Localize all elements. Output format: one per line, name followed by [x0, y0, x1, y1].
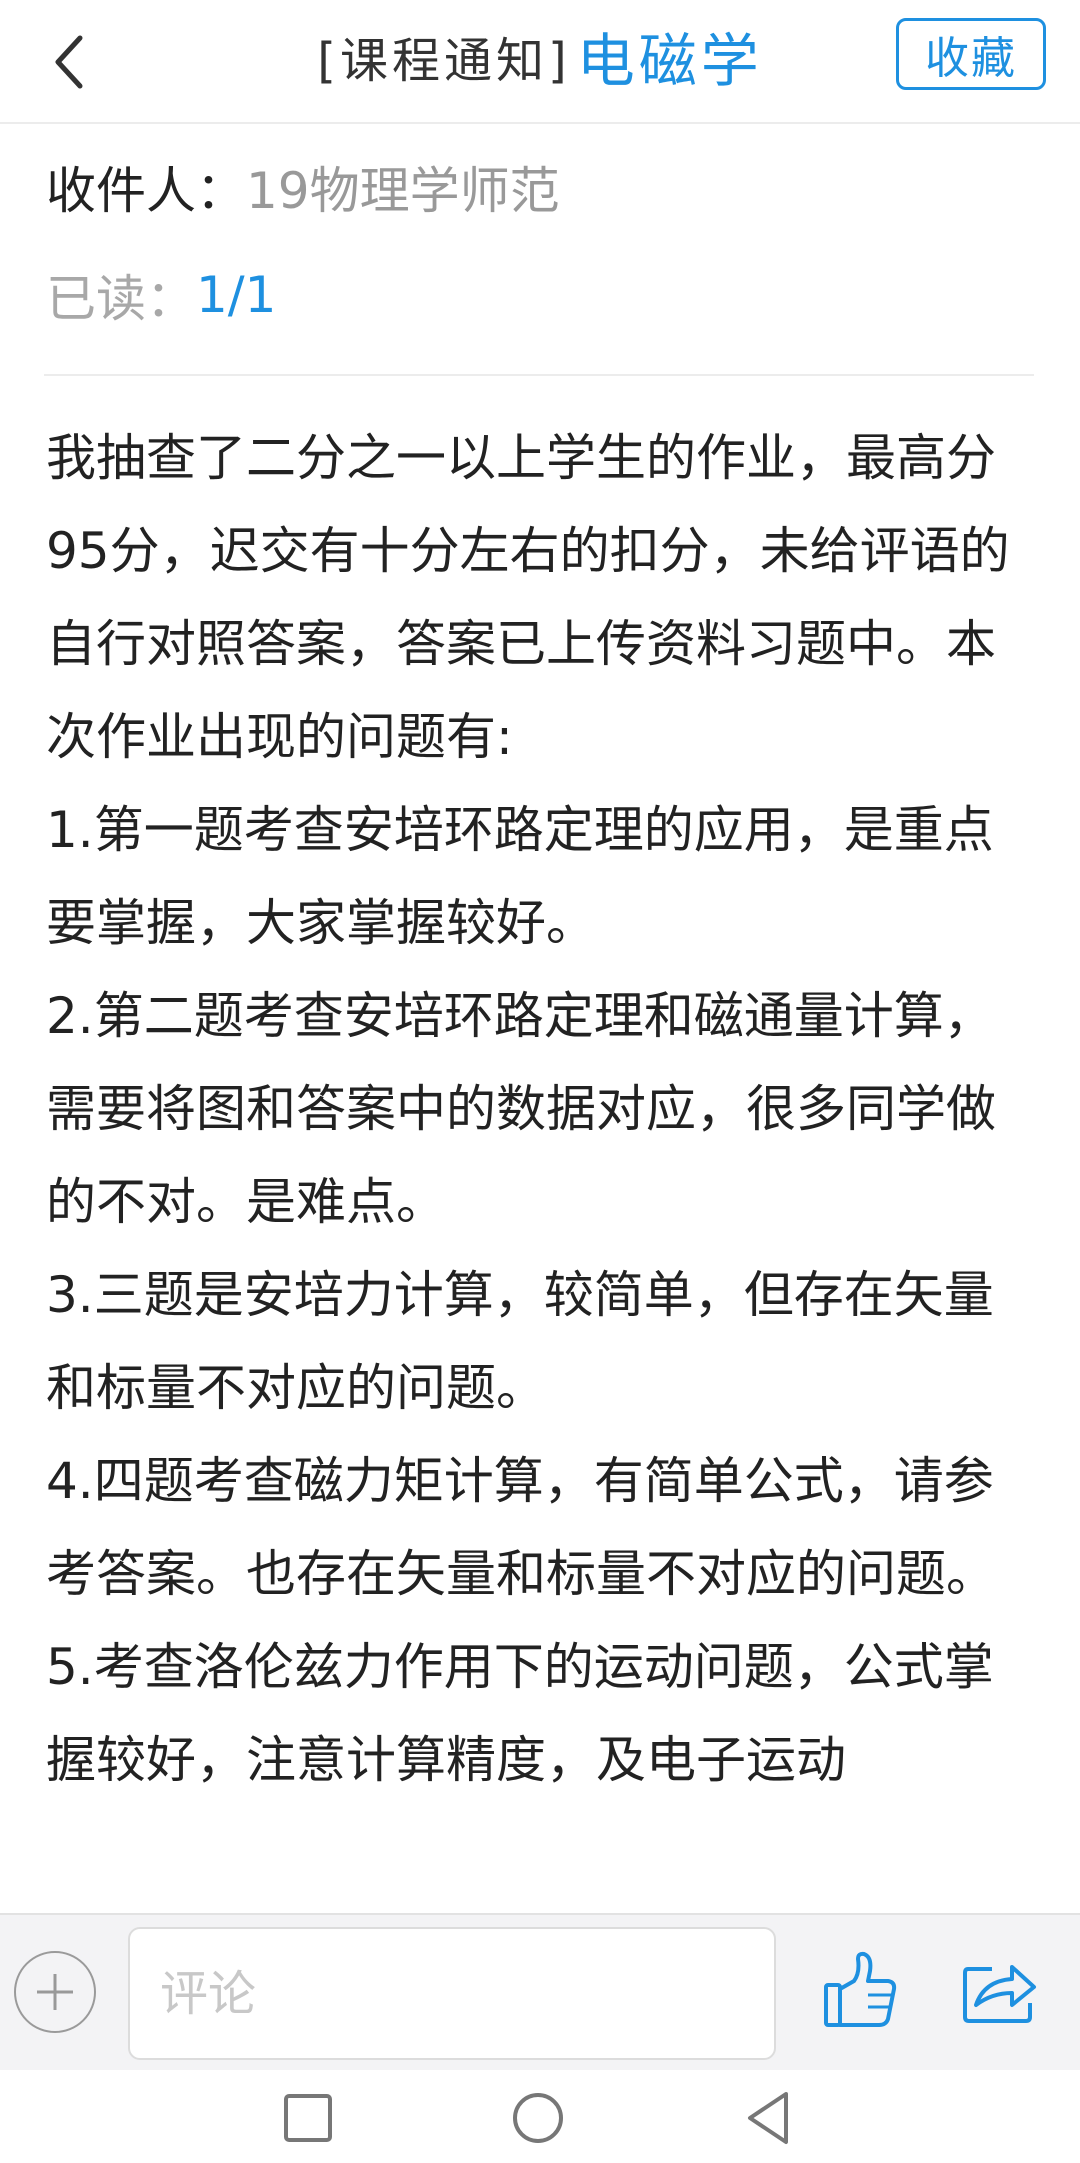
content-paragraph: 1.第一题考查安培环路定理的应用，是重点要掌握，大家掌握较好。 — [46, 801, 994, 952]
home-button[interactable] — [506, 2086, 570, 2150]
read-count[interactable]: 1/1 — [196, 266, 276, 324]
like-button[interactable] — [822, 1951, 898, 2031]
header-bar: [课程通知] 电磁学 收藏 — [0, 0, 1080, 124]
content-paragraph: 3.三题是安培力计算，较简单，但存在矢量和标量不对应的问题。 — [46, 1266, 994, 1417]
system-navigation-bar — [0, 2070, 1080, 2163]
divider — [44, 374, 1034, 376]
title-prefix: [课程通知] — [317, 33, 571, 89]
read-label: 已读： — [46, 270, 196, 328]
recent-apps-button[interactable] — [276, 2086, 340, 2150]
recent-apps-square-icon — [284, 2094, 332, 2142]
home-circle-icon — [513, 2093, 563, 2143]
content-paragraph: 5.考查洛伦兹力作用下的运动问题，公式掌握较好，注意计算精度，及电子运动 — [46, 1638, 994, 1789]
read-status-row[interactable]: 已读： 1/1 — [46, 260, 276, 330]
recipient-value: 19物理学师范 — [246, 162, 560, 220]
back-triangle-icon — [748, 2092, 788, 2144]
comment-bar — [0, 1913, 1080, 2070]
recipient-row: 收件人： 19物理学师范 — [46, 150, 560, 224]
thumbs-up-icon — [824, 1951, 897, 2027]
share-button[interactable] — [962, 1955, 1038, 2025]
content-paragraph: 2.第二题考查安培环路定理和磁通量计算，需要将图和答案中的数据对应，很多同学做的… — [46, 987, 996, 1231]
favorite-button[interactable]: 收藏 — [896, 18, 1046, 90]
notice-content: 我抽查了二分之一以上学生的作业，最高分95分，迟交有十分左右的扣分，未给评语的自… — [46, 412, 1036, 1912]
system-back-button[interactable] — [738, 2086, 802, 2150]
content-paragraph: 4.四题考查磁力矩计算，有简单公式，请参考答案。也存在矢量和标量不对应的问题。 — [46, 1452, 996, 1603]
comment-input[interactable] — [128, 1927, 776, 2060]
course-name: 电磁学 — [576, 27, 763, 95]
content-paragraph: 我抽查了二分之一以上学生的作业，最高分95分，迟交有十分左右的扣分，未给评语的自… — [46, 429, 1010, 766]
recipient-label: 收件人： — [46, 162, 246, 220]
add-button[interactable] — [14, 1951, 96, 2033]
plus-circle-icon — [37, 1974, 73, 2010]
share-icon — [963, 1965, 1036, 2023]
